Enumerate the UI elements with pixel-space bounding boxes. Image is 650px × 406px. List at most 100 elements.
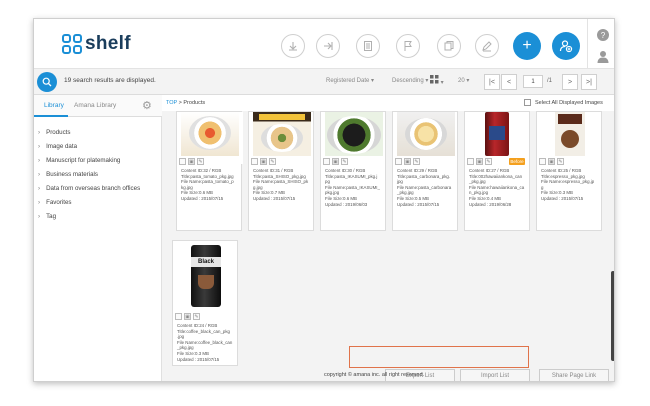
asset-thumbnail[interactable] bbox=[177, 112, 243, 164]
asset-card[interactable]: ▣ ✎ Content ID:32 / RGB Title:pasta_tomat… bbox=[176, 111, 243, 231]
asset-card[interactable]: ▣ ✎ Content ID:29 / RGB Title:pasta_carbo… bbox=[392, 111, 458, 231]
meta-line: Updated : 2019/06/28 bbox=[469, 201, 512, 207]
per-page-select[interactable]: 20 ▾ bbox=[458, 77, 469, 84]
sidebar-item-business-materials[interactable]: › Business materials bbox=[38, 171, 98, 178]
search-button[interactable] bbox=[37, 72, 57, 92]
sidebar-item-products[interactable]: › Products bbox=[38, 129, 70, 136]
account-icon[interactable] bbox=[597, 50, 609, 63]
first-page-icon: |< bbox=[489, 78, 495, 86]
first-page-button[interactable]: |< bbox=[484, 74, 500, 90]
sort-order-select[interactable]: Descending ▾ bbox=[392, 77, 428, 84]
edit-icon[interactable]: ✎ bbox=[193, 313, 200, 320]
meta-line: Title:pasta_IKASUMI_pkg.j bbox=[325, 173, 378, 179]
edit-icon[interactable] bbox=[475, 34, 499, 58]
asset-metadata: Content ID:30 / RGB Title:pasta_IKASUMI_… bbox=[325, 168, 385, 207]
tab-library[interactable]: Library bbox=[44, 102, 64, 109]
active-tab-indicator bbox=[34, 115, 68, 117]
meta-line: Updated : 2015/07/15 bbox=[253, 195, 296, 201]
share-page-link-button[interactable]: Share Page Link bbox=[539, 369, 609, 381]
preview-icon[interactable]: ▣ bbox=[476, 158, 483, 165]
sidebar-item-tag[interactable]: › Tag bbox=[38, 213, 56, 220]
sidebar-item-overseas-data[interactable]: › Data from overseas branch offices bbox=[38, 185, 140, 192]
edit-icon[interactable]: ✎ bbox=[269, 158, 276, 165]
edit-icon[interactable]: ✎ bbox=[485, 158, 492, 165]
status-badge: Before bbox=[509, 158, 525, 165]
copy-icon[interactable] bbox=[437, 34, 461, 58]
prev-page-button[interactable]: < bbox=[501, 74, 517, 90]
download-icon[interactable] bbox=[281, 34, 305, 58]
select-checkbox[interactable] bbox=[179, 158, 186, 165]
upload-icon[interactable] bbox=[316, 34, 340, 58]
sort-field-select[interactable]: Registered Date ▾ bbox=[326, 77, 374, 84]
breadcrumb-bar: TOP > Products Select All Displayed Imag… bbox=[162, 95, 614, 111]
asset-thumbnail[interactable] bbox=[321, 112, 387, 164]
footer-copyright: copyright © amana inc. all right reserve… bbox=[324, 372, 425, 378]
asset-metadata: Content ID:31 / RGB Title:pasta_SHISO_pk… bbox=[253, 168, 313, 202]
card-actions: ▣ ✎ bbox=[179, 158, 204, 165]
document-icon[interactable] bbox=[356, 34, 380, 58]
asset-card[interactable]: ▣ ✎ Content ID:31 / RGB Title:pasta_SHISO… bbox=[248, 111, 314, 231]
select-checkbox[interactable] bbox=[323, 158, 330, 165]
preview-icon[interactable]: ▣ bbox=[548, 158, 555, 165]
meta-line: Updated : 2015/07/15 bbox=[181, 195, 224, 201]
scrollbar-thumb[interactable] bbox=[611, 271, 614, 361]
asset-card[interactable]: ▣ ✎ Content ID:25 / RGB Title:espresso_pk… bbox=[536, 111, 602, 231]
flag-icon[interactable] bbox=[396, 34, 420, 58]
breadcrumb-current: Products bbox=[183, 100, 206, 106]
meta-line: Updated : 2015/07/15 bbox=[541, 195, 584, 201]
main-content: TOP > Products Select All Displayed Imag… bbox=[162, 95, 614, 381]
sidebar-item-manuscript[interactable]: › Manuscript for platemaking bbox=[38, 157, 120, 164]
settings-gear-icon[interactable]: ⚙ bbox=[142, 99, 152, 112]
edit-icon[interactable]: ✎ bbox=[341, 158, 348, 165]
asset-thumbnail[interactable] bbox=[537, 112, 603, 164]
asset-thumbnail[interactable] bbox=[393, 112, 459, 164]
asset-thumbnail[interactable] bbox=[465, 112, 531, 164]
last-page-button[interactable]: >| bbox=[581, 74, 597, 90]
select-all-toggle[interactable]: Select All Displayed Images bbox=[524, 99, 603, 106]
page-number-input[interactable]: 1 bbox=[523, 75, 543, 88]
chevron-right-icon: › bbox=[38, 171, 41, 178]
preview-icon[interactable]: ▣ bbox=[188, 158, 195, 165]
add-user-button[interactable] bbox=[552, 32, 580, 60]
asset-card[interactable]: ▣ ✎ Before Content ID:27 / RGB Title:002h… bbox=[464, 111, 530, 231]
chevron-right-icon: › bbox=[38, 157, 41, 164]
asset-metadata: Content ID:25 / RGB Title:espresso_pkg.j… bbox=[541, 168, 601, 202]
asset-card[interactable]: Black ▣ ✎ Content ID:24 / RGB Title:coffe… bbox=[172, 240, 238, 366]
logo[interactable]: shelf bbox=[62, 33, 131, 55]
preview-icon[interactable]: ▣ bbox=[260, 158, 267, 165]
chevron-right-icon: › bbox=[38, 129, 41, 136]
select-all-checkbox[interactable] bbox=[524, 99, 531, 106]
asset-thumbnail[interactable]: Black bbox=[173, 241, 239, 309]
breadcrumb-top-link[interactable]: TOP bbox=[166, 100, 177, 106]
select-checkbox[interactable] bbox=[467, 158, 474, 165]
select-checkbox[interactable] bbox=[175, 313, 182, 320]
select-checkbox[interactable] bbox=[539, 158, 546, 165]
per-page-label: 20 bbox=[458, 78, 465, 84]
tab-amana-library[interactable]: Amana Library bbox=[74, 102, 116, 109]
select-checkbox[interactable] bbox=[251, 158, 258, 165]
asset-thumbnail[interactable] bbox=[249, 112, 315, 164]
preview-icon[interactable]: ▣ bbox=[332, 158, 339, 165]
help-icon[interactable]: ? bbox=[597, 29, 609, 41]
preview-icon[interactable]: ▣ bbox=[184, 313, 191, 320]
card-actions: ▣ ✎ bbox=[251, 158, 276, 165]
library-tabs: Library Amana Library ⚙ bbox=[34, 95, 162, 117]
preview-icon[interactable]: ▣ bbox=[404, 158, 411, 165]
next-page-button[interactable]: > bbox=[562, 74, 578, 90]
sidebar-item-label: Manuscript for platemaking bbox=[46, 157, 121, 164]
asset-metadata: Content ID:27 / RGB Title:002hawaiiankon… bbox=[469, 168, 529, 207]
sidebar-item-image-data[interactable]: › Image data bbox=[38, 143, 77, 150]
edit-icon[interactable]: ✎ bbox=[197, 158, 204, 165]
card-actions: ▣ ✎ bbox=[323, 158, 348, 165]
card-actions: ▣ ✎ bbox=[175, 313, 200, 320]
app-window: shelf + ? 19 search results are displaye… bbox=[33, 18, 615, 382]
add-button[interactable]: + bbox=[513, 32, 541, 60]
view-mode-select[interactable]: ▾ bbox=[430, 75, 444, 86]
import-list-button[interactable]: Import List bbox=[460, 369, 530, 381]
edit-icon[interactable]: ✎ bbox=[557, 158, 564, 165]
sidebar-item-favorites[interactable]: › Favorites bbox=[38, 199, 72, 206]
asset-card[interactable]: ▣ ✎ Content ID:30 / RGB Title:pasta_IKASU… bbox=[320, 111, 386, 231]
edit-icon[interactable]: ✎ bbox=[413, 158, 420, 165]
card-actions: ▣ ✎ bbox=[467, 158, 492, 165]
select-checkbox[interactable] bbox=[395, 158, 402, 165]
